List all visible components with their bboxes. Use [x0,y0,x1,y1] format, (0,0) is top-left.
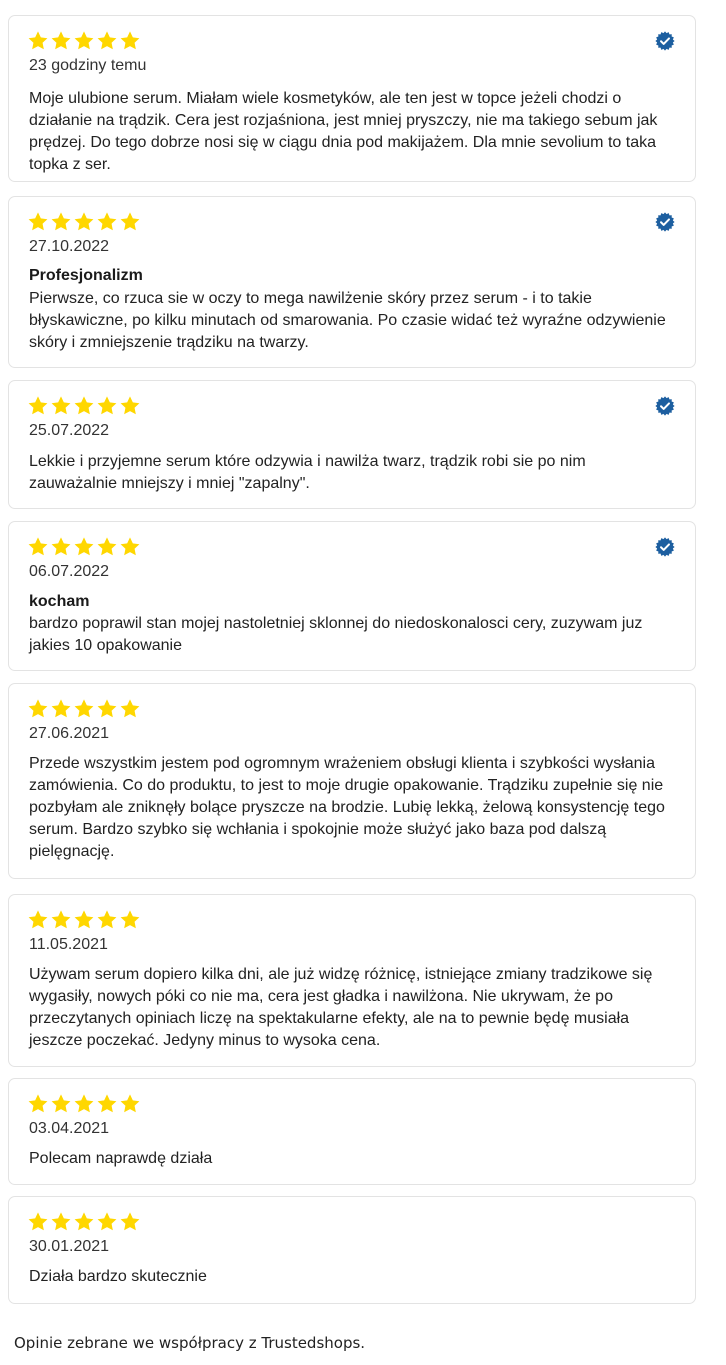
review-card: 06.07.2022 kocham bardzo poprawil stan m… [8,521,696,671]
star-icon [97,910,117,929]
review-text: Pierwsze, co rzuca sie w oczy to mega na… [29,290,666,351]
review-date: 06.07.2022 [29,563,110,580]
review-date: 23 godziny temu [29,57,147,74]
star-rating [27,909,141,930]
review-card: 25.07.2022 Lekkie i przyjemne serum któr… [8,380,696,509]
review-card: 11.05.2021 Używam serum dopiero kilka dn… [8,894,696,1067]
review-title: kocham [29,593,90,610]
star-icon [97,396,117,415]
star-icon [28,396,48,415]
footer-note: Opinie zebrane we współpracy z Trustedsh… [14,1334,366,1352]
star-icon [51,31,71,50]
star-icon [51,910,71,929]
star-icon [120,31,140,50]
star-icon [51,1212,71,1231]
star-icon [51,212,71,231]
review-text: Działa bardzo skutecznie [29,1268,207,1285]
verified-badge-icon [655,212,675,232]
star-icon [74,910,94,929]
star-icon [28,537,48,556]
review-title: Profesjonalizm [29,267,143,284]
review-text: Używam serum dopiero kilka dni, ale już … [29,966,653,1049]
star-icon [51,396,71,415]
star-icon [74,31,94,50]
star-icon [51,537,71,556]
verified-badge-icon [655,537,675,557]
review-text: bardzo poprawil stan mojej nastoletniej … [29,615,643,654]
star-icon [74,1094,94,1113]
review-date: 27.06.2021 [29,725,110,742]
review-date: 25.07.2022 [29,422,110,439]
star-icon [74,1212,94,1231]
star-icon [51,699,71,718]
review-date: 27.10.2022 [29,238,110,255]
review-text: Lekkie i przyjemne serum które odzywia i… [29,453,586,492]
review-card: 27.10.2022 Profesjonalizm Pierwsze, co r… [8,196,696,368]
star-icon [97,212,117,231]
star-icon [28,910,48,929]
star-icon [97,699,117,718]
star-icon [120,1094,140,1113]
review-card: 03.04.2021 Polecam naprawdę działa [8,1078,696,1185]
star-icon [28,699,48,718]
star-icon [28,31,48,50]
star-icon [120,1212,140,1231]
star-rating [27,1211,141,1232]
review-date: 30.01.2021 [29,1238,110,1255]
review-text: Polecam naprawdę działa [29,1150,213,1167]
star-icon [74,699,94,718]
star-icon [28,1094,48,1113]
star-icon [120,212,140,231]
review-card: 23 godziny temu Moje ulubione serum. Mia… [8,15,696,182]
star-rating [27,1093,141,1114]
star-rating [27,395,141,416]
star-icon [28,212,48,231]
star-icon [120,699,140,718]
verified-badge-icon [655,396,675,416]
star-icon [97,1212,117,1231]
review-card: 27.06.2021 Przede wszystkim jestem pod o… [8,683,696,879]
star-rating [27,536,141,557]
star-icon [74,396,94,415]
review-text: Moje ulubione serum. Miałam wiele kosmet… [29,90,658,173]
review-card: 30.01.2021 Działa bardzo skutecznie [8,1196,696,1304]
star-rating [27,30,141,51]
star-icon [74,212,94,231]
star-icon [28,1212,48,1231]
star-rating [27,698,141,719]
star-rating [27,211,141,232]
star-icon [51,1094,71,1113]
star-icon [97,1094,117,1113]
review-text: Przede wszystkim jestem pod ogromnym wra… [29,755,665,860]
star-icon [120,910,140,929]
star-icon [120,396,140,415]
star-icon [97,537,117,556]
verified-badge-icon [655,31,675,51]
review-date: 03.04.2021 [29,1120,110,1137]
review-date: 11.05.2021 [29,936,108,953]
star-icon [97,31,117,50]
star-icon [120,537,140,556]
star-icon [74,537,94,556]
